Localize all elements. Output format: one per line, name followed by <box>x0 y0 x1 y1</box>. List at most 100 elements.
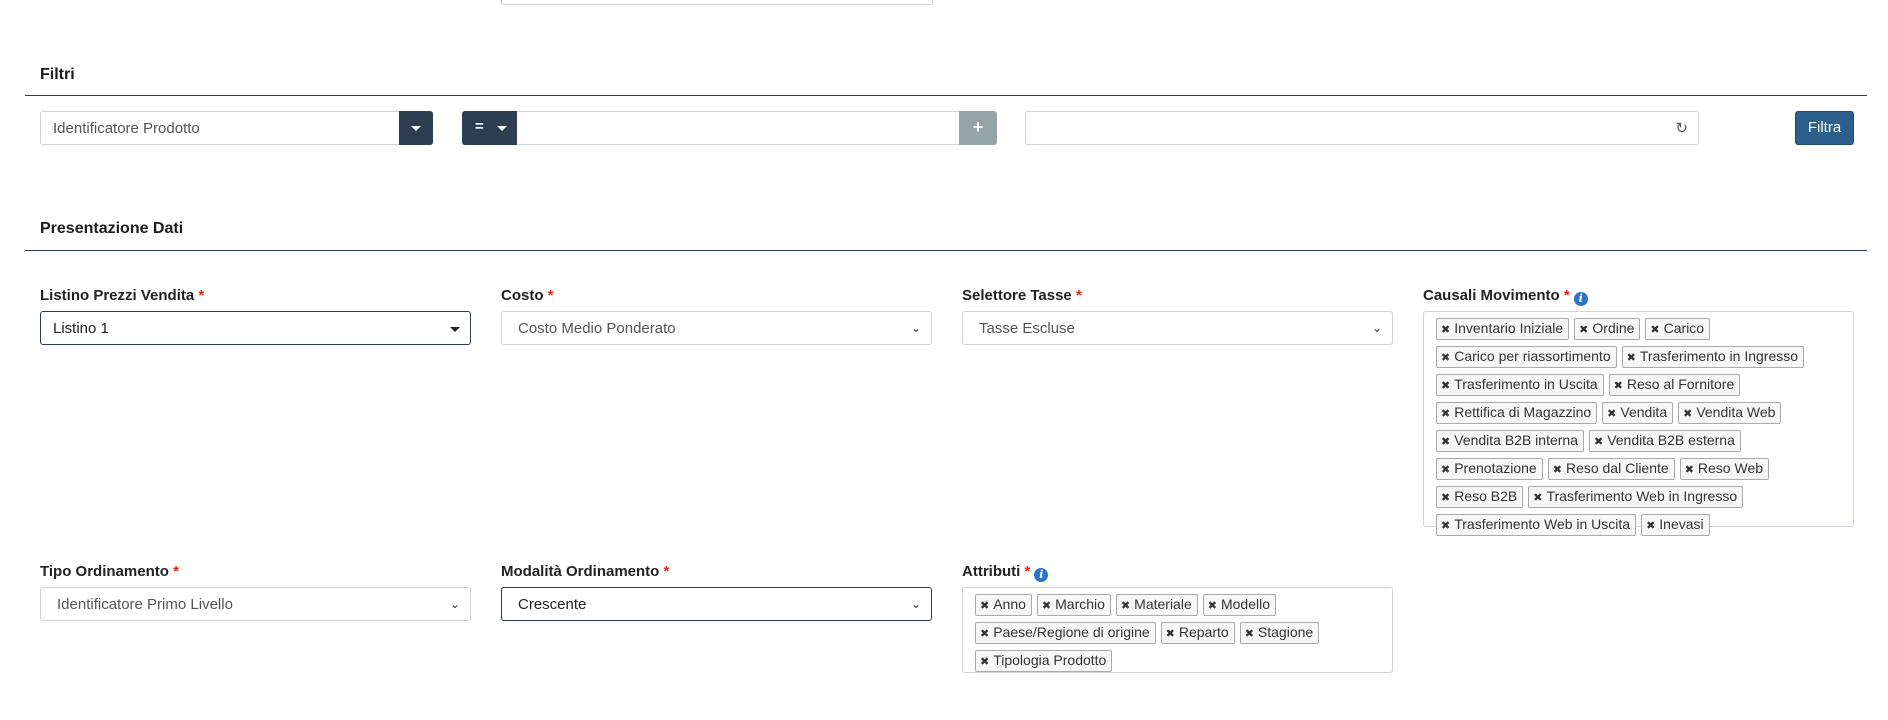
selected-tag: ✖ Vendita B2B interna <box>1436 430 1584 452</box>
filter-field-select[interactable]: Identificatore Prodotto <box>40 111 433 145</box>
remove-tag-icon[interactable]: ✖ <box>1650 324 1659 336</box>
selected-tag: ✖ Paese/Regione di origine <box>975 622 1156 644</box>
remove-tag-icon[interactable]: ✖ <box>980 600 989 612</box>
remove-tag-icon[interactable]: ✖ <box>1121 600 1130 612</box>
remove-tag-icon[interactable]: ✖ <box>1627 352 1636 364</box>
caret-down-icon <box>497 126 507 131</box>
modalita-value: Crescente <box>518 596 587 613</box>
tipo-select[interactable]: Identificatore Primo Livello ⌄ <box>40 587 471 621</box>
chevron-down-icon: ⌄ <box>1371 321 1382 335</box>
info-icon[interactable]: i <box>1034 568 1049 582</box>
tag-label: Marchio <box>1055 596 1105 612</box>
remove-tag-icon[interactable]: ✖ <box>1441 408 1450 420</box>
plus-icon: + <box>972 117 984 137</box>
info-icon[interactable]: i <box>1573 292 1588 306</box>
remove-tag-icon[interactable]: ✖ <box>1208 600 1217 612</box>
tag-label: Reso Web <box>1697 460 1764 476</box>
remove-tag-icon[interactable]: ✖ <box>1441 380 1450 392</box>
remove-tag-icon[interactable]: ✖ <box>1441 352 1450 364</box>
tag-label: Tipologia Prodotto <box>993 652 1107 668</box>
chevron-down-icon: ⌄ <box>910 321 921 335</box>
selected-tag: ✖ Vendita Web <box>1678 402 1782 424</box>
selected-tag: ✖ Inevasi <box>1641 514 1710 536</box>
remove-tag-icon[interactable]: ✖ <box>1614 380 1623 392</box>
remove-tag-icon[interactable]: ✖ <box>1441 520 1450 532</box>
tag-label: Reso B2B <box>1454 488 1518 504</box>
attributi-multiselect[interactable]: ✖ Anno ✖ Marchio ✖ Materiale ✖ Modello✖ Paese/Re… <box>962 587 1393 673</box>
selected-tag: ✖ Inventario Iniziale <box>1436 318 1570 340</box>
tag-label: Trasferimento Web in Uscita <box>1454 516 1631 532</box>
filter-tags-input[interactable]: ↻ <box>1025 111 1699 145</box>
add-filter-button[interactable]: + <box>959 111 997 145</box>
tag-label: Anno <box>993 596 1026 612</box>
selected-tag: ✖ Modello <box>1202 594 1276 616</box>
chevron-down-icon: ⌄ <box>910 597 921 611</box>
selected-tag: ✖ Ordine <box>1574 318 1641 340</box>
causali-multiselect[interactable]: ✖ Inventario Iniziale ✖ Ordine ✖ Carico ✖ Caric… <box>1423 311 1854 536</box>
selected-tag: ✖ Carico <box>1645 318 1711 340</box>
costo-select[interactable]: Costo Medio Ponderato ⌄ <box>501 311 932 345</box>
caret-down-icon <box>450 327 460 332</box>
attributi-tags: ✖ Anno ✖ Marchio ✖ Materiale ✖ Modello✖ Paese/Re… <box>975 591 1386 675</box>
listino-value: Listino 1 <box>53 320 109 337</box>
tag-label: Reso al Fornitore <box>1626 376 1735 392</box>
remove-tag-icon[interactable]: ✖ <box>1042 600 1051 612</box>
remove-tag-icon[interactable]: ✖ <box>1594 436 1603 448</box>
remove-tag-icon[interactable]: ✖ <box>1441 492 1450 504</box>
remove-tag-icon[interactable]: ✖ <box>1533 492 1542 504</box>
selected-tag: ✖ Reso dal Cliente <box>1547 458 1675 480</box>
remove-tag-icon[interactable]: ✖ <box>1553 464 1562 476</box>
selected-tag: ✖ Stagione <box>1239 622 1320 644</box>
tasse-label: Selettore Tasse * <box>962 287 1082 304</box>
remove-tag-icon[interactable]: ✖ <box>1166 628 1175 640</box>
remove-tag-icon[interactable]: ✖ <box>1245 628 1254 640</box>
remove-tag-icon[interactable]: ✖ <box>1685 464 1694 476</box>
tag-label: Stagione <box>1257 624 1314 640</box>
selected-tag: ✖ Tipologia Prodotto <box>975 650 1113 672</box>
remove-tag-icon[interactable]: ✖ <box>980 628 989 640</box>
tag-label: Materiale <box>1134 596 1192 612</box>
selected-tag: ✖ Trasferimento in Ingresso <box>1621 346 1805 368</box>
tipo-label: Tipo Ordinamento * <box>40 563 179 580</box>
presentation-title: Presentazione Dati <box>40 220 184 237</box>
modalita-select[interactable]: Crescente ⌄ <box>501 587 932 621</box>
listino-label: Listino Prezzi Vendita * <box>40 287 205 304</box>
listino-select[interactable]: Listino 1 <box>40 311 471 345</box>
tag-label: Vendita B2B esterna <box>1607 432 1735 448</box>
tag-label: Inevasi <box>1659 516 1704 532</box>
selected-tag: ✖ Vendita B2B esterna <box>1588 430 1741 452</box>
tag-label: Reparto <box>1178 624 1229 640</box>
tag-label: Trasferimento Web in Ingresso <box>1546 488 1738 504</box>
filter-button[interactable]: Filtra <box>1795 111 1854 145</box>
tag-label: Vendita <box>1620 404 1668 420</box>
tasse-value: Tasse Escluse <box>979 320 1075 337</box>
remove-tag-icon[interactable]: ✖ <box>1441 464 1450 476</box>
costo-label: Costo * <box>501 287 554 304</box>
tag-label: Inventario Iniziale <box>1454 320 1564 336</box>
tag-label: Rettifica di Magazzino <box>1454 404 1592 420</box>
filters-divider <box>25 95 1867 96</box>
filters-title: Filtri <box>40 66 75 83</box>
top-input-partial[interactable] <box>501 0 933 5</box>
tag-label: Ordine <box>1592 320 1635 336</box>
tag-label: Carico per riassortimento <box>1454 348 1611 364</box>
remove-tag-icon[interactable]: ✖ <box>1441 436 1450 448</box>
tag-label: Reso dal Cliente <box>1565 460 1669 476</box>
filter-field-dropdown-button[interactable] <box>399 111 433 145</box>
tag-label: Vendita Web <box>1696 404 1776 420</box>
selected-tag: ✖ Materiale <box>1115 594 1198 616</box>
operator-dropdown[interactable]: = <box>462 111 517 145</box>
filter-value-input[interactable] <box>517 111 960 145</box>
remove-tag-icon[interactable]: ✖ <box>1579 324 1588 336</box>
selected-tag: ✖ Reso Web <box>1679 458 1770 480</box>
tag-label: Modello <box>1220 596 1270 612</box>
refresh-icon[interactable]: ↻ <box>1675 119 1688 137</box>
remove-tag-icon[interactable]: ✖ <box>1683 408 1692 420</box>
remove-tag-icon[interactable]: ✖ <box>1646 520 1655 532</box>
tasse-select[interactable]: Tasse Escluse ⌄ <box>962 311 1393 345</box>
tag-label: Carico <box>1663 320 1705 336</box>
tag-label: Trasferimento in Ingresso <box>1639 348 1799 364</box>
remove-tag-icon[interactable]: ✖ <box>1441 324 1450 336</box>
remove-tag-icon[interactable]: ✖ <box>980 656 989 668</box>
remove-tag-icon[interactable]: ✖ <box>1607 408 1616 420</box>
